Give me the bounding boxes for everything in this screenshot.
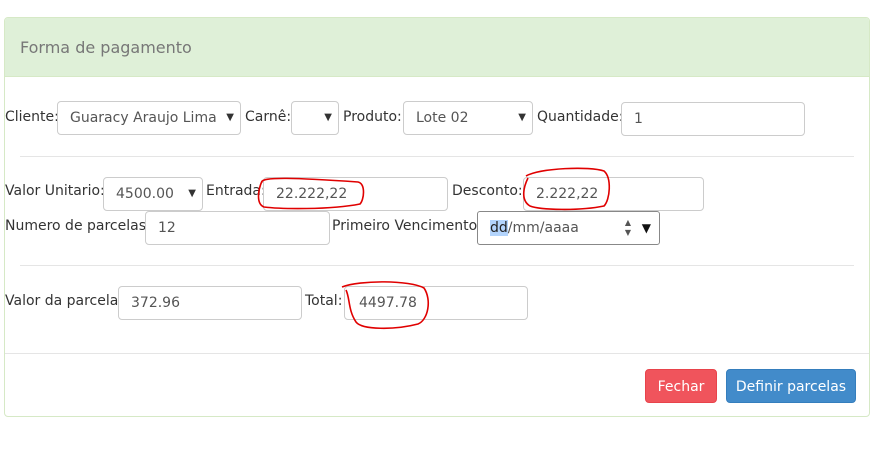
panel-heading: Forma de pagamento [5, 18, 869, 77]
date-rest-segment: /mm/aaaa [507, 220, 579, 236]
date-day-segment[interactable]: dd [490, 220, 508, 236]
produto-label: Produto: [343, 109, 402, 125]
total-value: 4497.78 [359, 295, 417, 311]
desconto-label: Desconto: [452, 183, 523, 199]
definir-parcelas-button[interactable]: Definir parcelas [726, 369, 856, 403]
carne-label: Carnê: [245, 109, 292, 125]
triangle-down-icon[interactable]: ▼ [642, 212, 651, 244]
desconto-input[interactable]: 2.222,22 [523, 177, 704, 211]
caret-down-icon: ▼ [324, 112, 332, 123]
produto-select[interactable]: Lote 02 ▼ [403, 101, 533, 135]
valor-parcela-label: Valor da parcela: [5, 293, 124, 309]
total-input[interactable]: 4497.78 [344, 286, 528, 320]
parcelas-input[interactable]: 12 [145, 211, 330, 245]
total-label: Total: [305, 293, 343, 309]
produto-select-value: Lote 02 [416, 110, 469, 126]
entrada-label: Entrada: [206, 183, 266, 199]
spinner-arrows-icon[interactable]: ▲ ▼ [623, 218, 633, 238]
quantidade-value: 1 [634, 111, 643, 127]
entrada-value: 22.222,22 [276, 186, 348, 202]
panel-title: Forma de pagamento [20, 38, 192, 57]
valor-parcela-input[interactable]: 372.96 [118, 286, 302, 320]
cliente-label: Cliente: [5, 109, 59, 125]
desconto-value: 2.222,22 [536, 186, 599, 202]
valor-unitario-value: 4500.00 [116, 186, 174, 202]
valor-unitario-select[interactable]: 4500.00 ▼ [103, 177, 203, 211]
fechar-button[interactable]: Fechar [645, 369, 717, 403]
caret-down-icon: ▼ [226, 112, 234, 123]
parcelas-label: Numero de parcelas: [5, 218, 151, 234]
vencimento-label: Primeiro Vencimento: [332, 218, 482, 234]
caret-down-icon: ▼ [518, 112, 526, 123]
vencimento-date-input[interactable]: dd/mm/aaaa ▲ ▼ ▼ [477, 211, 660, 245]
quantidade-input[interactable]: 1 [621, 102, 805, 136]
divider [20, 265, 854, 266]
quantidade-label: Quantidade: [537, 109, 624, 125]
cliente-select[interactable]: Guaracy Araujo Lima ▼ [57, 101, 241, 135]
valor-unitario-label: Valor Unitario: [5, 183, 105, 199]
entrada-input[interactable]: 22.222,22 [263, 177, 448, 211]
payment-panel: Forma de pagamento Cliente: Guaracy Arau… [4, 17, 870, 417]
parcelas-value: 12 [158, 220, 176, 236]
valor-parcela-value: 372.96 [131, 295, 180, 311]
caret-down-icon: ▼ [188, 188, 196, 199]
carne-select[interactable]: ▼ [291, 101, 339, 135]
divider [20, 156, 854, 157]
footer-divider [5, 353, 869, 354]
cliente-select-value: Guaracy Araujo Lima [70, 110, 217, 126]
